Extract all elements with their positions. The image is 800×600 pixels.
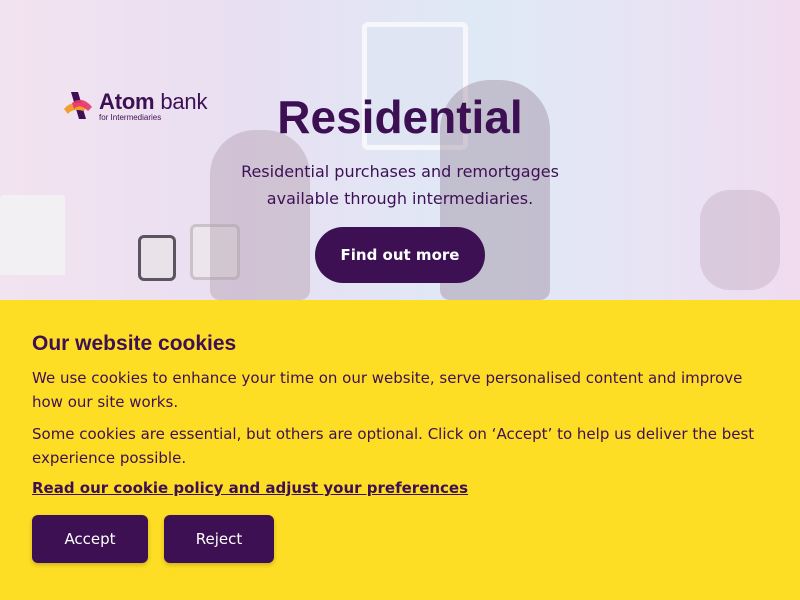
hero-title: Residential xyxy=(277,91,523,143)
person-photo-shape xyxy=(210,130,310,300)
chair-photo-shape xyxy=(700,190,780,290)
picture-frame-photo-shape xyxy=(138,235,176,281)
cookie-description: Some cookies are essential, but others a… xyxy=(32,425,755,467)
cookie-banner-title: Our website cookies xyxy=(32,332,237,355)
cookie-banner: Our website cookies We use cookies to en… xyxy=(0,300,800,600)
hero-banner: Atom bank for Intermediaries Residential… xyxy=(0,0,800,300)
reject-cookies-button[interactable]: Reject xyxy=(164,515,274,563)
accept-cookies-button[interactable]: Accept xyxy=(32,515,148,563)
cookie-actions: Accept Reject xyxy=(32,515,768,563)
lamp-photo-shape xyxy=(0,195,65,275)
cookie-policy-link[interactable]: Read our cookie policy and adjust your p… xyxy=(32,479,468,497)
cookie-description: We use cookies to enhance your time on o… xyxy=(32,369,743,411)
hero-subtitle: Residential purchases and remortgages av… xyxy=(241,162,559,208)
find-out-more-button[interactable]: Find out more xyxy=(315,227,485,283)
